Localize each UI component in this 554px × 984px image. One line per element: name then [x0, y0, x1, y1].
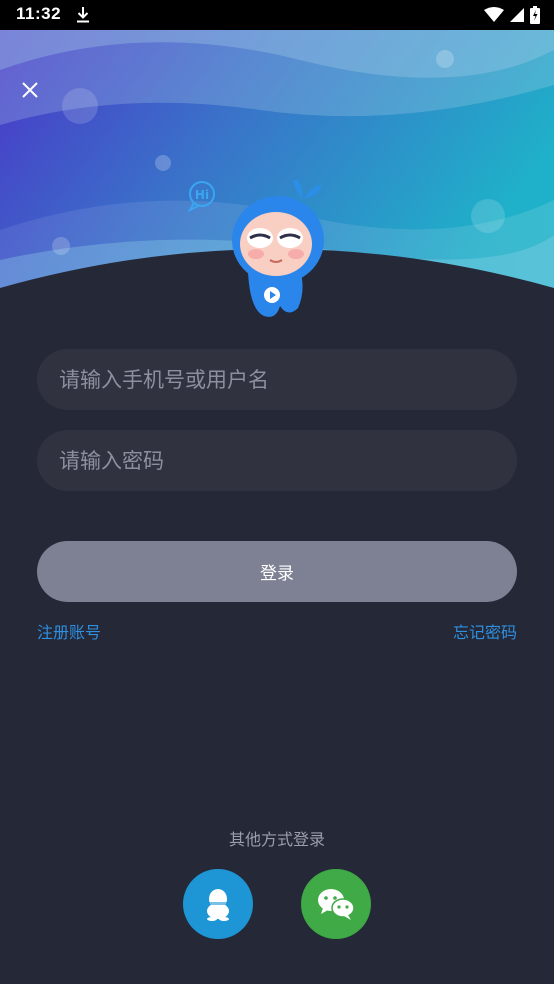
wifi-icon [484, 7, 504, 27]
wechat-login-button[interactable] [301, 869, 371, 939]
password-field[interactable] [37, 430, 517, 491]
login-button[interactable]: 登录 [37, 541, 517, 602]
header-banner: Hi [0, 30, 554, 330]
mascot-bubble-text: Hi [195, 188, 209, 202]
other-login-label: 其他方式登录 [228, 830, 325, 849]
close-button[interactable] [16, 76, 44, 104]
forgot-password-link[interactable]: 忘记密码 [453, 619, 517, 643]
wechat-icon [318, 889, 355, 920]
status-bar: 11:32 [0, 0, 554, 30]
close-icon [22, 82, 38, 98]
username-input[interactable] [57, 366, 497, 393]
download-icon [76, 6, 90, 28]
qq-login-button[interactable] [183, 869, 253, 939]
password-input[interactable] [57, 447, 497, 474]
battery-icon [530, 6, 540, 28]
signal-icon [510, 7, 524, 27]
qq-icon [207, 889, 229, 921]
register-link[interactable]: 注册账号 [37, 619, 101, 643]
username-field[interactable] [37, 349, 517, 410]
status-time: 11:32 [16, 4, 62, 23]
mascot-image: Hi [180, 176, 340, 330]
